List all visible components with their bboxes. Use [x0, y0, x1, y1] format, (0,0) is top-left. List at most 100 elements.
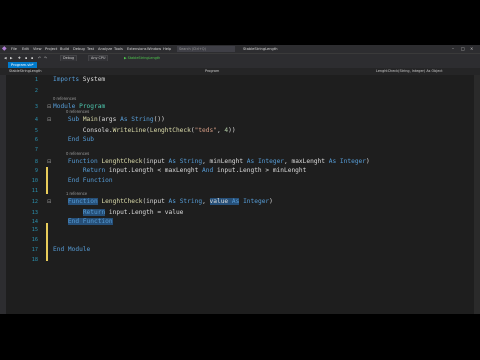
collapse-icon[interactable]: ⊟ — [47, 115, 51, 125]
code-token: Imports — [53, 76, 80, 83]
code-line[interactable]: 17 End Module — [6, 245, 480, 255]
menu-analyze[interactable]: Analyze — [98, 46, 112, 52]
line-number: 17 — [31, 247, 38, 253]
search-box[interactable]: Search (Ctrl+Q) — [177, 46, 235, 52]
code-token: Main — [82, 116, 98, 123]
code-token: (input — [142, 198, 169, 205]
code-line[interactable]: 2 — [6, 86, 480, 96]
menu-build[interactable]: Build — [60, 46, 69, 52]
solution-title: StableStringLength — [243, 47, 278, 51]
code-token: (input — [142, 158, 169, 165]
code-line[interactable]: 9 Return input.Length < maxLenght And in… — [6, 166, 480, 176]
code-token: input.Length = value — [105, 209, 184, 216]
code-token: End Function — [67, 177, 113, 184]
document-tabs: Program.vb* — [0, 61, 480, 68]
line-number: 3 — [34, 104, 38, 110]
code-token: End Module — [53, 246, 91, 253]
overview-ruler — [471, 75, 473, 314]
line-number: 10 — [31, 178, 38, 184]
code-line[interactable]: 1 Imports System — [6, 75, 480, 85]
code-token: Return — [82, 209, 106, 216]
menu-test[interactable]: Test — [87, 46, 94, 52]
code-token: , — [202, 198, 210, 205]
vertical-scrollbar[interactable] — [474, 75, 480, 314]
line-number: 12 — [31, 199, 38, 205]
code-token: input.Length > minLenght — [213, 167, 307, 174]
code-token: As — [168, 198, 176, 205]
code-token: )) — [228, 127, 236, 134]
collapse-icon[interactable]: ⊟ — [47, 197, 51, 207]
code-line[interactable]: 16 — [6, 235, 480, 245]
code-token: value — [209, 198, 229, 205]
menu-edit[interactable]: Edit — [22, 46, 29, 52]
code-line[interactable]: 4 ⊟ 0 references Sub Main(args As String()… — [6, 109, 480, 125]
member-dropdown[interactable]: LenghtCheck(String, Integer) As Object — [376, 69, 443, 74]
line-number: 7 — [34, 147, 38, 153]
code-token: Function — [67, 198, 98, 205]
collapse-icon[interactable]: ⊟ — [47, 102, 51, 112]
code-line[interactable]: 6 End Sub — [6, 135, 480, 145]
code-token: input.Length < maxLenght — [105, 167, 203, 174]
menu-file[interactable]: File — [11, 46, 17, 52]
menu-debug[interactable]: Debug — [73, 46, 85, 52]
code-token: String — [179, 158, 203, 165]
menu-project[interactable]: Project — [45, 46, 57, 52]
code-token: As — [168, 158, 176, 165]
code-text: End Sub — [53, 135, 94, 145]
project-dropdown[interactable]: StableStringLength — [9, 69, 42, 74]
code-token: End Function — [67, 218, 113, 225]
maximize-icon[interactable]: □ — [461, 46, 465, 52]
line-number: 11 — [31, 188, 38, 194]
close-icon[interactable]: × — [470, 46, 473, 52]
code-token: Integer — [339, 158, 366, 165]
code-token: LenghtCheck — [149, 127, 191, 134]
menu-help[interactable]: Help — [163, 46, 171, 52]
menu-tools[interactable]: Tools — [114, 46, 123, 52]
code-token: End Sub — [67, 136, 94, 143]
code-text: End Module — [53, 245, 90, 255]
menu-view[interactable]: View — [33, 46, 42, 52]
class-dropdown[interactable]: Program — [205, 69, 219, 74]
code-editor[interactable]: 1 Imports System 2 3 ⊟ 0 references Module Pro… — [6, 75, 480, 314]
line-number: 1 — [34, 77, 38, 83]
code-token: System — [79, 76, 106, 83]
code-token: ) — [366, 158, 370, 165]
code-token: ()) — [153, 116, 165, 123]
visual-studio-window: ◆ File Edit View Project Build Debug Tes… — [0, 45, 480, 314]
code-line[interactable]: 10 End Function — [6, 176, 480, 186]
line-number: 6 — [34, 137, 38, 143]
code-token: Function — [67, 158, 98, 165]
line-number: 9 — [34, 168, 38, 174]
code-token: ) — [269, 198, 273, 205]
code-line[interactable]: 15 — [6, 225, 480, 235]
code-line[interactable]: 18 — [6, 255, 480, 265]
line-number: 2 — [34, 88, 38, 94]
code-token: Integer — [243, 198, 270, 205]
code-text: Imports System — [53, 75, 105, 85]
menu-extensions[interactable]: Extensions — [127, 46, 147, 52]
code-token: As — [120, 116, 128, 123]
line-number: 15 — [31, 227, 38, 233]
code-token: WriteLine — [112, 127, 147, 134]
code-line[interactable]: 12 ⊟ 1 reference Function LenghtCheck(inpu… — [6, 191, 480, 207]
code-token: "teds" — [194, 127, 217, 134]
code-token: Return — [82, 167, 106, 174]
line-number: 16 — [31, 237, 38, 243]
code-token: Integer — [257, 158, 285, 165]
code-token: Sub — [67, 116, 80, 123]
code-token: String — [131, 116, 154, 123]
code-text: End Function — [53, 176, 113, 186]
code-text: Sub Main(args As String()) — [53, 115, 165, 125]
minimize-icon[interactable]: – — [452, 46, 454, 52]
menu-bar: ◆ File Edit View Project Build Debug Tes… — [0, 45, 480, 53]
menu-window[interactable]: Window — [147, 46, 161, 52]
code-token: LenghtCheck — [101, 158, 143, 165]
